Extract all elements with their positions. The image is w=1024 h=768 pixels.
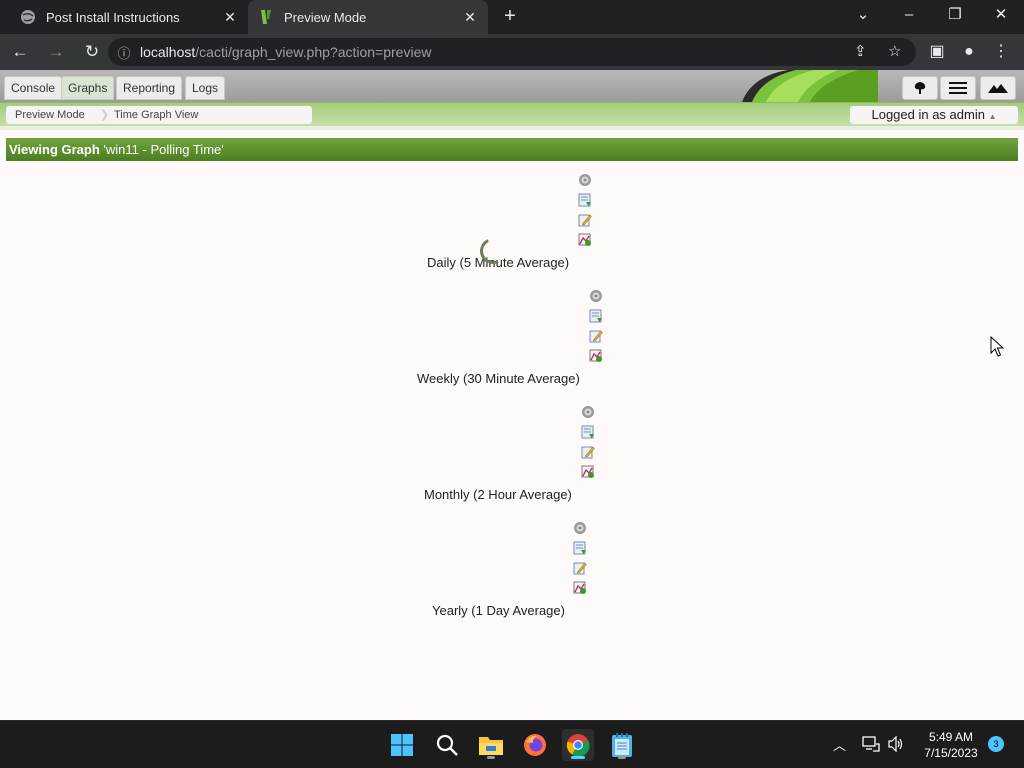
breadcrumb-separator: ❯ — [100, 109, 110, 121]
tab-graphs[interactable]: Graphs — [61, 76, 115, 100]
url-host: localhost — [140, 44, 196, 60]
site-info-icon[interactable]: ⓘ — [108, 43, 140, 62]
side-panel-icon[interactable]: ▣ — [921, 36, 953, 68]
breadcrumb: Preview Mode ❯ Time Graph View — [6, 106, 312, 124]
user-menu[interactable]: Logged in as admin ▲ — [850, 106, 1018, 124]
notepad-button[interactable] — [606, 729, 638, 761]
graph-caption: Monthly (2 Hour Average) — [424, 487, 572, 502]
zoom-graph-icon[interactable] — [573, 581, 587, 595]
tab-console[interactable]: Console — [4, 76, 63, 100]
zoom-graph-icon[interactable] — [578, 233, 592, 247]
gear-icon[interactable] — [589, 289, 603, 303]
gear-icon[interactable] — [581, 405, 595, 419]
cacti-banner-logo — [742, 70, 878, 102]
chrome-button[interactable] — [562, 729, 594, 761]
header-divider — [0, 126, 1024, 130]
running-indicator — [618, 756, 626, 759]
zoom-graph-icon[interactable] — [581, 465, 595, 479]
browser-toolbar: ← → ↻ ⓘ localhost/cacti/graph_view.php?a… — [0, 34, 1024, 70]
show-hidden-icons-button[interactable]: ︿ — [833, 735, 846, 754]
notification-badge[interactable]: 3 — [988, 736, 1004, 752]
list-icon — [949, 82, 967, 94]
share-icon[interactable]: ⇪ — [854, 42, 867, 60]
new-tab-button[interactable]: + — [498, 4, 522, 28]
clock-date: 7/15/2023 — [924, 746, 978, 760]
search-button[interactable] — [431, 729, 463, 761]
graph-caption: Weekly (30 Minute Average) — [417, 371, 580, 386]
url-path: /cacti/graph_view.php?action=preview — [195, 44, 432, 60]
reload-button[interactable]: ↻ — [76, 36, 108, 68]
minimize-button[interactable]: – — [886, 0, 932, 34]
export-csv-icon[interactable] — [581, 425, 595, 439]
graph-name: 'win11 - Polling Time' — [103, 142, 224, 157]
file-explorer-button[interactable] — [475, 729, 507, 761]
network-icon[interactable] — [862, 736, 880, 752]
back-button[interactable]: ← — [4, 36, 36, 68]
close-window-button[interactable]: ✕ — [978, 0, 1024, 34]
zoom-graph-icon[interactable] — [589, 349, 603, 363]
graph-caption: Yearly (1 Day Average) — [432, 603, 565, 618]
chrome-icon — [566, 734, 590, 757]
active-indicator — [571, 756, 585, 759]
list-view-button[interactable] — [940, 76, 976, 100]
running-indicator — [487, 756, 495, 759]
system-clock[interactable]: 5:49 AM 7/15/2023 — [916, 729, 986, 761]
firefox-icon — [524, 734, 546, 756]
gear-icon[interactable] — [573, 521, 587, 535]
close-tab-icon[interactable]: ✕ — [220, 9, 240, 26]
clock-time: 5:49 AM — [928, 730, 974, 744]
folder-icon — [479, 737, 503, 755]
breadcrumb-preview-mode[interactable]: Preview Mode — [15, 106, 85, 124]
tab-post-install[interactable]: Post Install Instructions ✕ — [0, 0, 248, 34]
gear-icon[interactable] — [578, 173, 592, 187]
notepad-icon — [612, 733, 632, 757]
windows-logo-icon — [391, 734, 413, 756]
export-csv-icon[interactable] — [578, 193, 592, 207]
edit-graph-icon[interactable] — [589, 329, 603, 343]
globe-icon — [21, 10, 35, 24]
tab-search-icon[interactable]: ⌄ — [840, 0, 886, 34]
breadcrumb-time-graph-view[interactable]: Time Graph View — [114, 106, 198, 124]
breadcrumb-bar: Preview Mode ❯ Time Graph View Logged in… — [0, 102, 1024, 126]
page-content: Console Graphs Reporting Logs Preview Mo… — [0, 70, 1024, 720]
tab-preview-mode[interactable]: Preview Mode ✕ — [248, 0, 488, 34]
windows-taskbar: ︿ 5:49 AM 7/15/2023 3 — [0, 720, 1024, 768]
mouse-cursor-icon — [990, 336, 1004, 357]
export-csv-icon[interactable] — [589, 309, 603, 323]
address-bar[interactable]: ⓘ localhost/cacti/graph_view.php?action=… — [108, 38, 916, 66]
edit-graph-icon[interactable] — [581, 445, 595, 459]
page-title-bold: Viewing Graph — [9, 142, 100, 157]
export-csv-icon[interactable] — [573, 541, 587, 555]
preview-view-button[interactable] — [980, 76, 1016, 100]
forward-button[interactable]: → — [40, 36, 72, 68]
search-icon — [436, 734, 458, 756]
cacti-top-bar: Console Graphs Reporting Logs — [0, 70, 1024, 102]
start-button[interactable] — [386, 729, 418, 761]
cacti-logo-icon — [261, 10, 271, 24]
mountain-chart-icon — [988, 84, 1008, 93]
firefox-button[interactable] — [519, 729, 551, 761]
tab-title: Preview Mode — [284, 9, 367, 25]
tree-view-button[interactable] — [902, 76, 938, 100]
edit-graph-icon[interactable] — [573, 561, 587, 575]
browser-tab-strip: Post Install Instructions ✕ Preview Mode… — [0, 0, 1024, 34]
restore-button[interactable]: ❐ — [932, 0, 978, 34]
login-status: Logged in as admin — [871, 107, 985, 122]
edit-graph-icon[interactable] — [578, 213, 592, 227]
tab-logs[interactable]: Logs — [185, 76, 226, 100]
tab-title: Post Install Instructions — [46, 9, 180, 25]
caret-up-icon: ▲ — [988, 112, 997, 121]
bookmark-star-icon[interactable]: ☆ — [888, 42, 901, 60]
menu-icon[interactable]: ⋮ — [985, 36, 1017, 68]
tree-icon — [914, 82, 926, 94]
page-title: Viewing Graph 'win11 - Polling Time' — [6, 138, 1018, 161]
close-tab-icon[interactable]: ✕ — [460, 9, 480, 26]
volume-icon[interactable] — [887, 736, 905, 752]
tab-reporting[interactable]: Reporting — [116, 76, 183, 100]
profile-icon[interactable]: ● — [953, 36, 985, 68]
